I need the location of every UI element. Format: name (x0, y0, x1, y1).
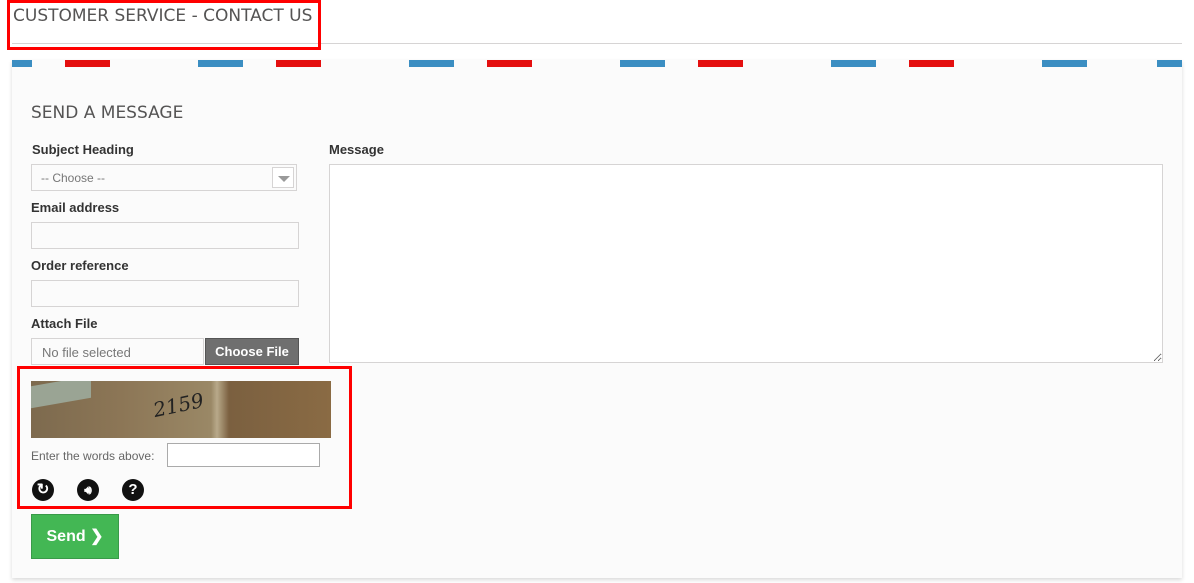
order-reference-field[interactable] (31, 280, 299, 307)
chevron-down-icon (272, 167, 294, 188)
airmail-stripe (12, 60, 1182, 67)
captcha-prompt: Enter the words above: (31, 449, 155, 463)
send-button[interactable]: Send ❯ (31, 514, 119, 559)
email-label: Email address (31, 200, 120, 215)
captcha-text: 2159 (151, 387, 206, 423)
highlight-title (7, 0, 321, 50)
refresh-icon[interactable]: ↻ (32, 479, 54, 501)
file-status: No file selected (31, 338, 204, 365)
send-label: Send (46, 528, 86, 545)
message-label: Message (329, 142, 384, 157)
choose-file-button[interactable]: Choose File (205, 338, 299, 365)
help-icon[interactable]: ? (122, 479, 144, 501)
captcha-input[interactable] (167, 443, 320, 467)
subject-label: Subject Heading (32, 142, 134, 157)
subject-value: -- Choose -- (41, 171, 106, 185)
order-label: Order reference (31, 258, 129, 273)
subject-select[interactable]: -- Choose -- (31, 164, 297, 191)
chevron-right-icon: ❯ (90, 528, 104, 545)
captcha-image: 2159 (31, 381, 331, 438)
audio-icon[interactable]: 🔊︎ (77, 479, 99, 501)
message-textarea[interactable] (329, 164, 1163, 363)
email-field[interactable] (31, 222, 299, 249)
section-title: SEND A MESSAGE (31, 103, 184, 123)
attach-label: Attach File (31, 316, 98, 331)
